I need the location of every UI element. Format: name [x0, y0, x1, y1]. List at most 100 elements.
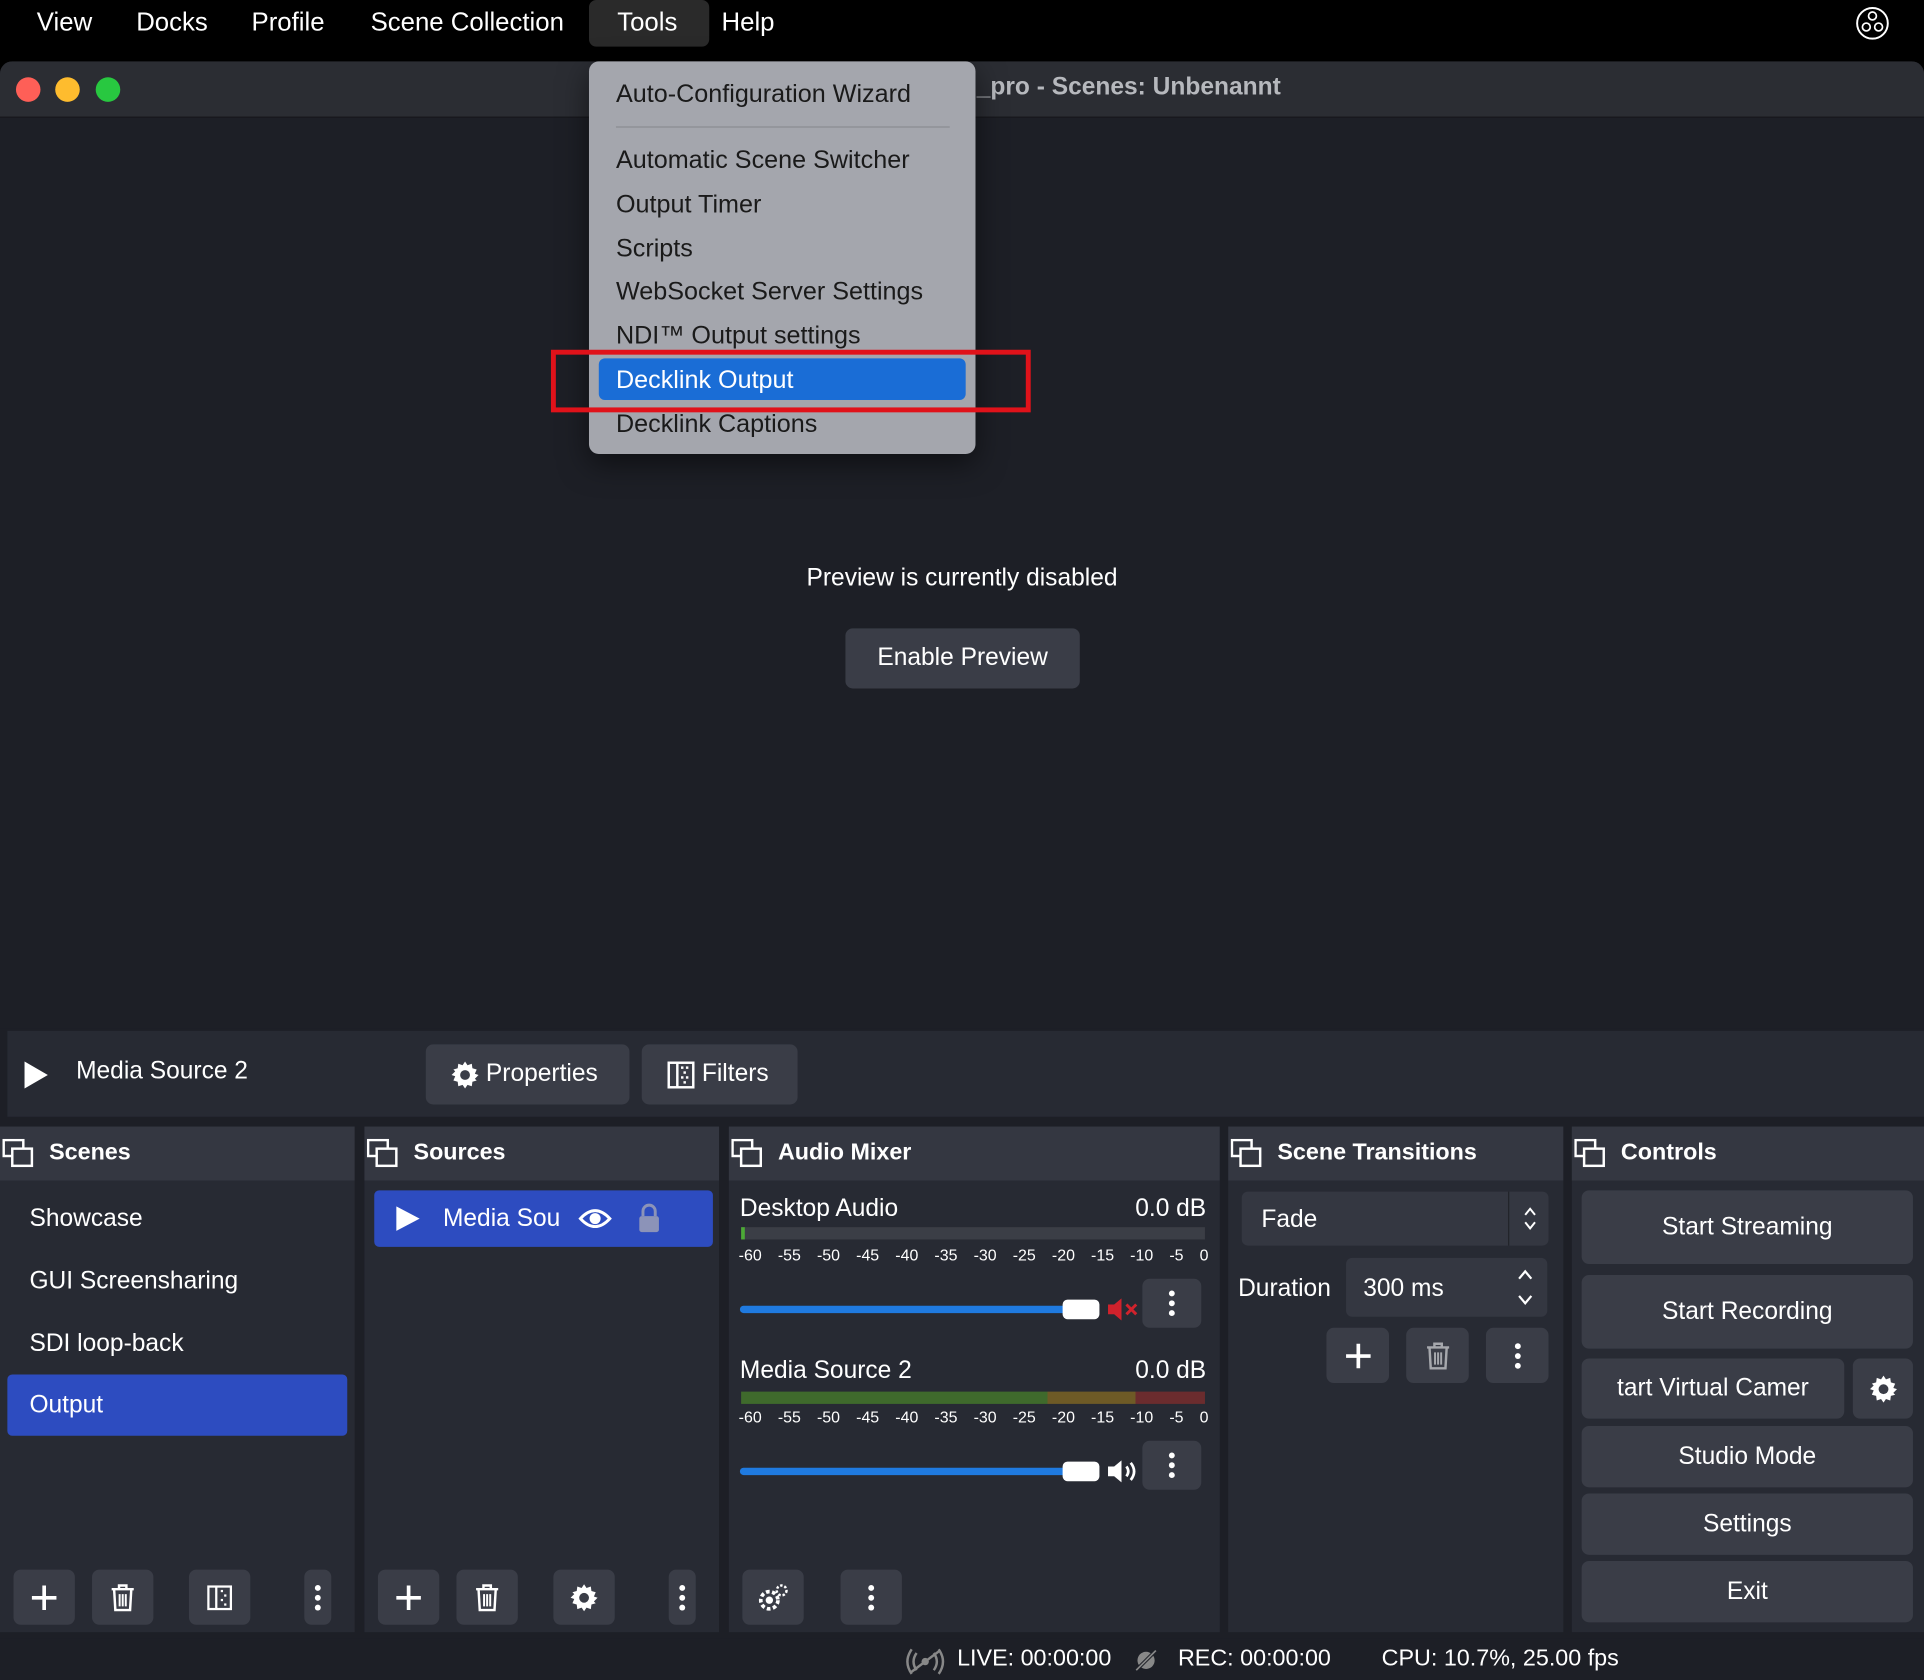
- menu-tools[interactable]: Tools: [588, 0, 710, 47]
- volume-meter: [741, 1391, 1205, 1404]
- tick-label: -10: [1130, 1407, 1154, 1426]
- obs-status-icon[interactable]: [1855, 6, 1889, 40]
- audio-mixer-more-button[interactable]: [840, 1569, 902, 1625]
- start-streaming-button[interactable]: Start Streaming: [1581, 1190, 1913, 1264]
- tick-label: -15: [1091, 1407, 1115, 1426]
- scene-transitions-dock-header: Scene Transitions: [1228, 1126, 1564, 1181]
- gear-icon: [570, 1583, 598, 1611]
- menu-item-websocket-settings[interactable]: WebSocket Server Settings: [616, 277, 923, 306]
- sources-list: Media Sou: [364, 1180, 720, 1633]
- tick-label: -50: [816, 1407, 841, 1426]
- menu-item-scripts[interactable]: Scripts: [616, 234, 693, 263]
- tick-label: -30: [973, 1245, 997, 1264]
- current-source-name: Media Source 2: [76, 1057, 248, 1085]
- menu-docks[interactable]: Docks: [117, 0, 228, 47]
- preview-disabled-message: Preview is currently disabled: [806, 564, 1118, 592]
- audio-mixer-dock-header: Audio Mixer: [728, 1126, 1220, 1181]
- transition-select[interactable]: Fade: [1241, 1191, 1549, 1246]
- start-recording-button[interactable]: Start Recording: [1581, 1275, 1913, 1349]
- menu-item-output-timer[interactable]: Output Timer: [616, 190, 761, 219]
- live-timer: LIVE: 00:00:00: [957, 1645, 1112, 1672]
- volume-slider[interactable]: [739, 1305, 1069, 1314]
- menu-profile[interactable]: Profile: [232, 0, 344, 47]
- more-vertical-icon: [1514, 1342, 1521, 1369]
- tick-label: -25: [1012, 1407, 1036, 1426]
- menu-bar: View Docks Profile Scene Collection Tool…: [0, 0, 1924, 47]
- add-scene-button[interactable]: [13, 1569, 75, 1625]
- transition-select-value: Fade: [1261, 1206, 1318, 1234]
- dock-float-icon[interactable]: [2, 1138, 34, 1168]
- stepper-icon[interactable]: [1515, 1265, 1535, 1309]
- exit-button[interactable]: Exit: [1581, 1560, 1913, 1623]
- remove-source-button[interactable]: [456, 1569, 518, 1625]
- volume-slider[interactable]: [739, 1467, 1069, 1476]
- plus-icon: [1345, 1343, 1370, 1368]
- remove-scene-button[interactable]: [92, 1569, 154, 1625]
- enable-preview-button[interactable]: Enable Preview: [845, 628, 1080, 689]
- start-virtual-camera-button[interactable]: tart Virtual Camer: [1581, 1358, 1845, 1419]
- dock-float-icon[interactable]: [1230, 1138, 1263, 1168]
- scene-filters-button[interactable]: [188, 1569, 251, 1625]
- menu-scene-collection[interactable]: Scene Collection: [351, 0, 584, 47]
- menu-item-automatic-scene-switcher[interactable]: Automatic Scene Switcher: [616, 146, 910, 175]
- zoom-window-button[interactable]: [95, 77, 121, 102]
- remove-transition-button[interactable]: [1406, 1327, 1469, 1384]
- scene-item[interactable]: GUI Screensharing: [7, 1250, 347, 1311]
- add-transition-button[interactable]: [1326, 1327, 1390, 1384]
- menu-item-auto-config-wizard[interactable]: Auto-Configuration Wizard: [616, 80, 911, 109]
- unlock-icon[interactable]: [637, 1203, 662, 1235]
- tick-label: -35: [934, 1407, 958, 1426]
- volume-slider-handle[interactable]: [1062, 1461, 1100, 1482]
- muted-speaker-icon[interactable]: [1107, 1296, 1139, 1323]
- filter-icon: [207, 1584, 233, 1610]
- filters-button[interactable]: Filters: [641, 1044, 798, 1105]
- scene-item-selected[interactable]: Output: [7, 1374, 348, 1436]
- scene-transitions-dock-title: Scene Transitions: [1277, 1140, 1477, 1166]
- volume-slider-handle[interactable]: [1062, 1299, 1100, 1320]
- record-status-icon: [1134, 1649, 1158, 1672]
- add-source-button[interactable]: [377, 1569, 440, 1625]
- scenes-more-button[interactable]: [304, 1569, 332, 1625]
- scene-item[interactable]: Showcase: [7, 1188, 347, 1249]
- dock-float-icon[interactable]: [731, 1138, 763, 1168]
- virtual-camera-settings-button[interactable]: [1852, 1358, 1913, 1419]
- settings-button[interactable]: Settings: [1581, 1493, 1913, 1555]
- sources-more-button[interactable]: [668, 1569, 696, 1625]
- tick-label: -40: [895, 1245, 919, 1264]
- advanced-audio-button[interactable]: [742, 1569, 804, 1625]
- eye-icon[interactable]: [578, 1205, 612, 1232]
- studio-mode-button[interactable]: Studio Mode: [1581, 1425, 1913, 1488]
- meter-ticks: -60 -55 -50 -45 -40 -35 -30 -25 -20 -15 -10 -5 0: [739, 1408, 1209, 1426]
- tick-label: -5: [1169, 1407, 1184, 1426]
- source-properties-button[interactable]: [553, 1569, 615, 1625]
- source-item[interactable]: Media Sou: [374, 1190, 713, 1247]
- stream-status-icon: [906, 1648, 945, 1675]
- scene-transitions-dock: Scene Transitions Fade Duration 300 ms: [1228, 1126, 1564, 1633]
- menu-view[interactable]: View: [17, 0, 112, 47]
- source-item-label: Media Sou: [442, 1205, 561, 1233]
- meter-ticks: -60 -55 -50 -45 -40 -35 -30 -25 -20 -15 -10 -5 0: [739, 1246, 1209, 1264]
- play-icon[interactable]: [22, 1060, 49, 1089]
- duration-value: 300 ms: [1363, 1275, 1444, 1303]
- tick-label: -20: [1051, 1407, 1075, 1426]
- menu-help[interactable]: Help: [702, 0, 794, 47]
- speaker-icon[interactable]: [1107, 1458, 1141, 1485]
- channel-more-button[interactable]: [1142, 1278, 1202, 1328]
- menu-item-decklink-captions[interactable]: Decklink Captions: [616, 410, 817, 439]
- transition-more-button[interactable]: [1485, 1327, 1549, 1384]
- channel-more-button[interactable]: [1142, 1440, 1202, 1490]
- dock-float-icon[interactable]: [366, 1138, 399, 1168]
- minimize-window-button[interactable]: [55, 77, 80, 102]
- tick-label: -10: [1130, 1245, 1154, 1264]
- properties-button[interactable]: Properties: [425, 1044, 630, 1105]
- close-window-button[interactable]: [15, 77, 41, 102]
- tick-label: -5: [1169, 1245, 1184, 1264]
- channel-name: Media Source 2: [739, 1357, 912, 1385]
- tick-label: -45: [856, 1407, 880, 1426]
- menu-item-ndi-output-settings[interactable]: NDI™ Output settings: [616, 322, 861, 351]
- duration-spinbox[interactable]: 300 ms: [1346, 1257, 1548, 1317]
- more-vertical-icon: [314, 1584, 321, 1610]
- scene-item[interactable]: SDI loop-back: [7, 1313, 347, 1374]
- dock-float-icon[interactable]: [1574, 1138, 1606, 1168]
- plus-icon: [31, 1584, 57, 1610]
